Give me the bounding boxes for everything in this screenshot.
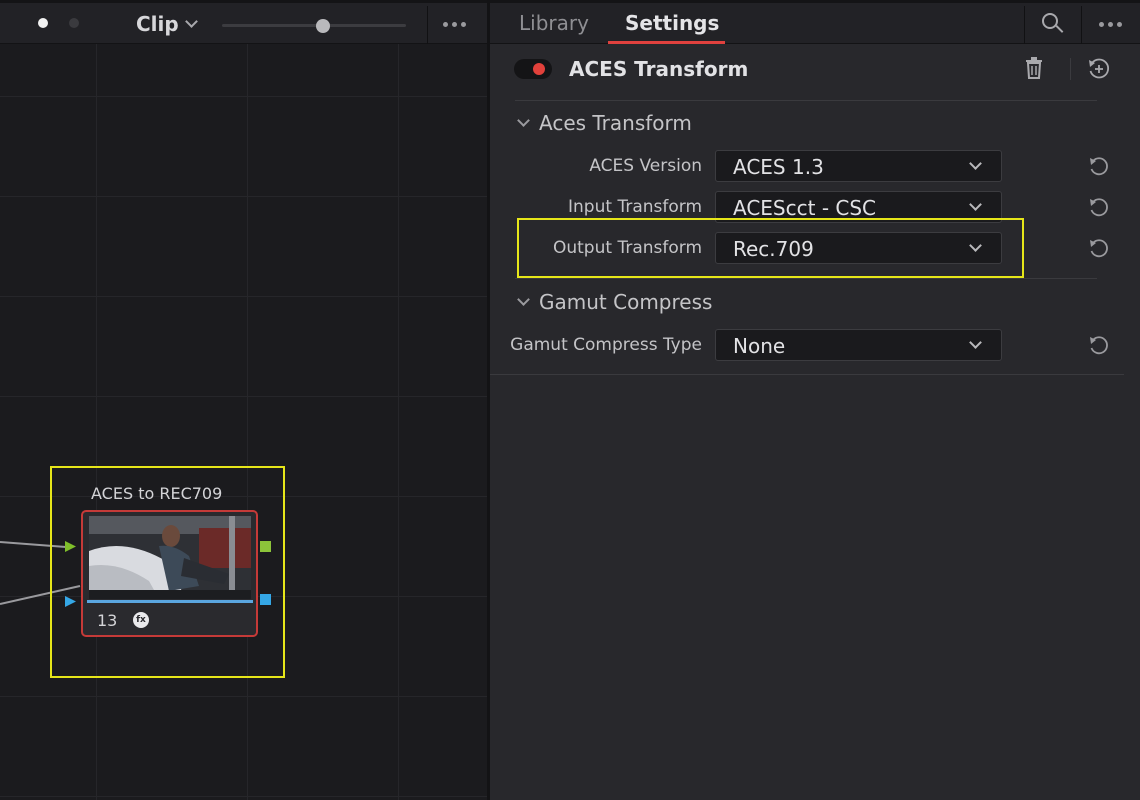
alpha-input-port[interactable] xyxy=(65,596,76,607)
inspector-panel: Library Settings ACES Transform Aces Tra… xyxy=(490,0,1140,800)
header-divider xyxy=(1070,58,1071,80)
divider xyxy=(490,374,1124,375)
inspector-tab-bar: Library Settings xyxy=(490,0,1140,44)
alpha-output-port[interactable] xyxy=(260,594,271,605)
chevron-down-icon xyxy=(517,293,530,306)
add-keyframe-icon[interactable] xyxy=(1087,57,1111,81)
tab-settings[interactable]: Settings xyxy=(625,11,719,35)
divider xyxy=(515,278,1097,279)
node-thumbnail xyxy=(89,516,251,599)
search-button[interactable] xyxy=(1042,13,1064,33)
toolbar-divider xyxy=(1024,6,1025,44)
aces-version-label: ACES Version xyxy=(589,156,702,176)
aces-version-value: ACES 1.3 xyxy=(733,155,824,179)
node-connections xyxy=(0,541,81,605)
rgb-input-port[interactable] xyxy=(65,541,76,552)
section-title: Aces Transform xyxy=(539,111,692,135)
row-gamut-compress-type: Gamut Compress Type None xyxy=(490,329,1140,363)
reset-icon[interactable] xyxy=(1087,334,1111,358)
output-transform-highlight-frame xyxy=(517,218,1024,278)
tab-library[interactable]: Library xyxy=(519,11,589,35)
aces-version-dropdown[interactable]: ACES 1.3 xyxy=(715,150,1002,182)
node-label: ACES to REC709 xyxy=(91,484,223,503)
gamut-compress-type-label: Gamut Compress Type xyxy=(510,335,702,355)
gamut-compress-type-dropdown[interactable]: None xyxy=(715,329,1002,361)
more-icon xyxy=(1099,22,1104,27)
chevron-down-icon xyxy=(969,157,982,170)
input-transform-value: ACEScct - CSC xyxy=(733,196,877,220)
node-editor[interactable]: Clip ACES to REC709 13 fx xyxy=(0,0,488,800)
divider xyxy=(515,100,1097,101)
trash-icon[interactable] xyxy=(1025,57,1043,79)
reset-icon[interactable] xyxy=(1087,196,1111,220)
effect-title: ACES Transform xyxy=(569,57,749,81)
row-aces-version: ACES Version ACES 1.3 xyxy=(490,150,1140,184)
section-title: Gamut Compress xyxy=(539,290,713,314)
toolbar-divider xyxy=(1081,6,1082,44)
section-aces-transform[interactable]: Aces Transform xyxy=(517,111,692,135)
reset-icon[interactable] xyxy=(1087,155,1111,179)
effect-enable-toggle[interactable] xyxy=(514,59,552,79)
effect-header: ACES Transform xyxy=(490,44,1140,100)
input-transform-label: Input Transform xyxy=(568,197,702,217)
inspector-more-button[interactable] xyxy=(1099,22,1122,27)
node-progress-bar xyxy=(87,600,253,603)
chevron-down-icon xyxy=(969,336,982,349)
chevron-down-icon xyxy=(517,114,530,127)
chevron-down-icon xyxy=(969,198,982,211)
gamut-compress-type-value: None xyxy=(733,334,786,358)
section-gamut-compress[interactable]: Gamut Compress xyxy=(517,290,713,314)
node-aces-to-rec709[interactable]: 13 fx xyxy=(81,510,258,637)
node-number: 13 xyxy=(97,611,118,630)
rgb-output-port[interactable] xyxy=(260,541,271,552)
fx-icon: fx xyxy=(133,612,149,628)
reset-icon[interactable] xyxy=(1087,237,1111,261)
